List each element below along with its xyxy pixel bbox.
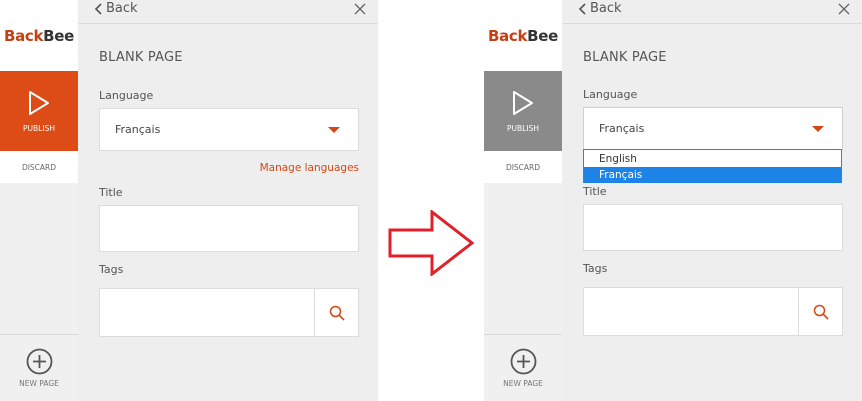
- publish-label: PUBLISH: [507, 123, 539, 133]
- plus-circle-icon: [510, 348, 536, 375]
- language-select[interactable]: Français: [583, 107, 843, 150]
- new-page-label: NEW PAGE: [19, 379, 59, 388]
- back-label: Back: [106, 1, 138, 16]
- right-arrow-icon: [388, 210, 474, 276]
- right-panel: Back Bee PUBLISH DISCARD NEW PAGE Back B…: [484, 0, 862, 401]
- search-icon: [813, 304, 829, 320]
- tags-label: Tags: [583, 262, 608, 275]
- page-title: BLANK PAGE: [583, 50, 667, 65]
- discard-button[interactable]: DISCARD: [0, 151, 78, 183]
- logo-text-bee: Bee: [527, 26, 559, 45]
- play-triangle-icon: [29, 90, 49, 115]
- manage-languages-link[interactable]: Manage languages: [260, 162, 359, 174]
- language-label: Language: [583, 88, 638, 101]
- sidebar: Back Bee PUBLISH DISCARD NEW PAGE: [0, 0, 78, 401]
- publish-button[interactable]: PUBLISH: [0, 71, 78, 151]
- language-select[interactable]: Français: [99, 108, 359, 151]
- sidebar: Back Bee PUBLISH DISCARD NEW PAGE: [484, 0, 562, 401]
- chevron-left-icon: [578, 2, 586, 15]
- logo-text-back: Back: [3, 26, 44, 45]
- caret-down-icon: [812, 126, 824, 132]
- title-label: Title: [99, 186, 123, 199]
- title-label: Title: [583, 185, 607, 198]
- back-button[interactable]: Back: [94, 1, 138, 16]
- logo-text-back: Back: [487, 26, 528, 45]
- back-button[interactable]: Back: [578, 1, 622, 16]
- new-page-label: NEW PAGE: [503, 379, 543, 388]
- logo: Back Bee: [484, 0, 562, 71]
- page-title: BLANK PAGE: [99, 50, 183, 65]
- editor-panel: Back BLANK PAGE Language Français Manage…: [78, 0, 378, 401]
- language-label: Language: [99, 89, 154, 102]
- publish-label: PUBLISH: [23, 123, 55, 133]
- discard-button[interactable]: DISCARD: [484, 151, 562, 183]
- language-dropdown: English Français: [583, 149, 842, 183]
- language-select-value: Français: [115, 123, 161, 136]
- chevron-left-icon: [94, 2, 102, 15]
- tags-search-button[interactable]: [314, 288, 359, 337]
- dropdown-option-english[interactable]: English: [584, 151, 841, 167]
- tags-input[interactable]: [583, 287, 799, 336]
- search-icon: [329, 305, 345, 321]
- new-page-button[interactable]: NEW PAGE: [0, 334, 78, 401]
- title-input[interactable]: [99, 205, 359, 252]
- close-icon[interactable]: [354, 3, 366, 15]
- caret-down-icon: [328, 127, 340, 133]
- tags-search-button[interactable]: [798, 287, 843, 336]
- title-input[interactable]: [583, 204, 843, 251]
- language-select-value: Français: [599, 122, 645, 135]
- left-panel: Back Bee PUBLISH DISCARD NEW PAGE Back B…: [0, 0, 378, 401]
- tags-input[interactable]: [99, 288, 315, 337]
- panel-header: Back: [562, 0, 862, 24]
- logo: Back Bee: [0, 0, 78, 71]
- editor-panel: Back BLANK PAGE Language Français Englis…: [562, 0, 862, 401]
- publish-button[interactable]: PUBLISH: [484, 71, 562, 151]
- plus-circle-icon: [26, 348, 52, 375]
- new-page-button[interactable]: NEW PAGE: [484, 334, 562, 401]
- dropdown-option-francais[interactable]: Français: [584, 167, 841, 183]
- panel-header: Back: [78, 0, 378, 24]
- tags-label: Tags: [99, 263, 124, 276]
- back-label: Back: [590, 1, 622, 16]
- close-icon[interactable]: [838, 3, 850, 15]
- play-triangle-icon: [513, 90, 533, 115]
- logo-text-bee: Bee: [43, 26, 75, 45]
